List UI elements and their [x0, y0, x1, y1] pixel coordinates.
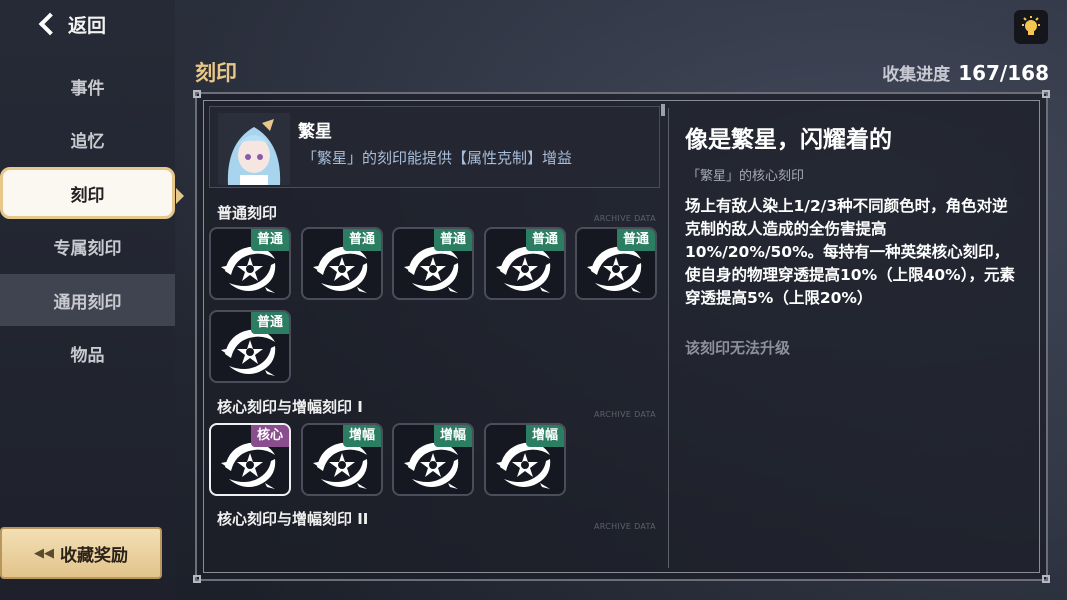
sidebar-item-events[interactable]: 事件: [0, 60, 175, 112]
normal-tag: 普通: [250, 312, 289, 334]
sidebar-nav: 事件 追忆 刻印 专属刻印 通用刻印 物品: [0, 60, 184, 381]
group-title-core-1: 核心刻印与增幅刻印 I: [217, 398, 363, 416]
imprint-slot-selected[interactable]: 核心: [209, 423, 291, 496]
archive-label: ARCHIVE DATA: [594, 214, 656, 223]
core-tag: 核心: [250, 425, 289, 447]
collection-reward-label: 收藏奖励: [60, 545, 128, 566]
panel-corner: [1042, 90, 1050, 98]
imprint-slot[interactable]: 普通: [209, 310, 291, 383]
sidebar-item-exclusive-imprint[interactable]: 专属刻印: [0, 221, 175, 273]
character-card: 繁星 「繁星」的刻印能提供【属性克制】增益: [209, 106, 660, 188]
character-portrait: [218, 113, 290, 185]
amplify-tag: 增幅: [525, 425, 564, 447]
panel-corner: [1042, 575, 1050, 583]
character-description: 「繁星」的刻印能提供【属性克制】增益: [302, 149, 573, 167]
imprint-upgrade-note: 该刻印无法升级: [685, 339, 791, 357]
archive-label: ARCHIVE DATA: [594, 522, 656, 531]
imprint-panel: 繁星 「繁星」的刻印能提供【属性克制】增益 普通刻印 ARCHIVE DATA …: [193, 90, 1050, 583]
page-title: 刻印: [195, 61, 237, 85]
sidebar-item-imprint[interactable]: 刻印: [0, 167, 184, 219]
normal-tag: 普通: [250, 229, 289, 251]
imprint-title: 像是繁星，闪耀着的: [685, 127, 892, 153]
archive-label: ARCHIVE DATA: [594, 410, 656, 419]
character-name: 繁星: [298, 122, 332, 142]
panel-corner: [193, 90, 201, 98]
scrollbar-thumb[interactable]: [661, 104, 665, 116]
amplify-tag: 增幅: [342, 425, 381, 447]
imprint-slot[interactable]: 增幅: [301, 423, 383, 496]
collection-reward-button[interactable]: ◀◀ 收藏奖励: [0, 527, 162, 579]
imprint-slot[interactable]: 普通: [392, 227, 474, 300]
sidebar: 返回 事件 追忆 刻印 专属刻印 通用刻印 物品 ◀◀ 收藏奖励: [0, 0, 184, 600]
double-chevron-left-icon: ◀◀: [34, 545, 54, 561]
normal-tag: 普通: [433, 229, 472, 251]
normal-tag: 普通: [525, 229, 564, 251]
imprint-slot[interactable]: 普通: [301, 227, 383, 300]
collection-progress: 收集进度 167/168: [882, 60, 1049, 85]
normal-tag: 普通: [342, 229, 381, 251]
sidebar-item-items[interactable]: 物品: [0, 328, 175, 380]
hint-button[interactable]: [1014, 10, 1048, 44]
imprint-slot[interactable]: 普通: [209, 227, 291, 300]
imprint-slot[interactable]: 普通: [484, 227, 566, 300]
lightbulb-icon: [1022, 16, 1040, 35]
imprint-slot[interactable]: 普通: [575, 227, 657, 300]
chevron-left-icon: [38, 12, 62, 36]
sidebar-item-common-imprint[interactable]: 通用刻印: [0, 274, 175, 326]
imprint-subtitle: 「繁星」的核心刻印: [687, 169, 805, 184]
back-label: 返回: [68, 14, 107, 37]
panel-corner: [193, 575, 201, 583]
group-title-normal: 普通刻印: [217, 204, 278, 222]
imprint-description: 场上有敌人染上1/2/3种不同颜色时，角色对逆克制的敌人造成的全伤害提高10%/…: [685, 197, 1015, 307]
amplify-tag: 增幅: [433, 425, 472, 447]
normal-tag: 普通: [616, 229, 655, 251]
imprint-slot[interactable]: 增幅: [484, 423, 566, 496]
avatar: [218, 113, 290, 185]
progress-value: 167/168: [958, 61, 1049, 85]
imprint-slot[interactable]: 增幅: [392, 423, 474, 496]
progress-label: 收集进度: [882, 65, 951, 85]
panel-divider: [668, 108, 669, 568]
back-button[interactable]: 返回: [36, 8, 106, 40]
sidebar-item-memories[interactable]: 追忆: [0, 114, 175, 166]
group-title-core-2: 核心刻印与增幅刻印 II: [217, 510, 369, 528]
